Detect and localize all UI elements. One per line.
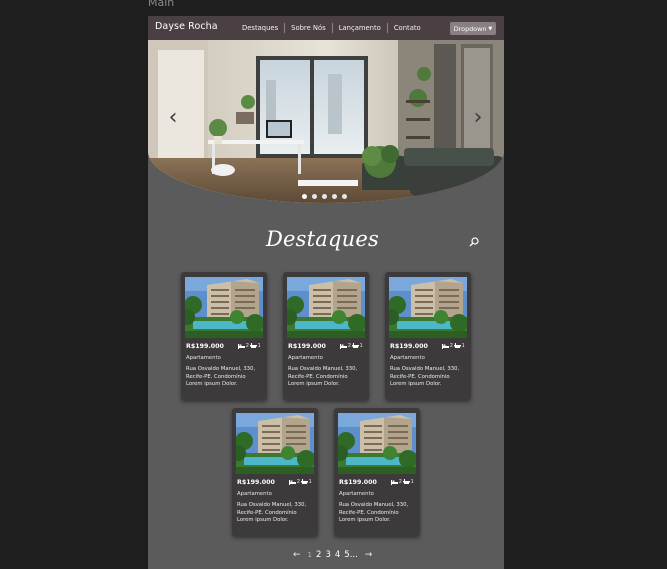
property-type: Apartamento — [390, 355, 425, 361]
property-price: R$199.000 — [186, 343, 224, 350]
pagination-prev-button[interactable]: ← — [290, 550, 304, 560]
page-link-3[interactable]: 3 — [325, 550, 330, 560]
bath-icon — [300, 479, 308, 484]
bed-count: 2 — [348, 343, 351, 349]
bath-icon — [249, 343, 257, 348]
property-address: Rua Osvaldo Manuel, 330, Recife-PE. Cond… — [237, 502, 307, 524]
chevron-down-icon: ▼ — [488, 25, 493, 32]
nav-links: Destaques Sobre Nós Lançamento Contato — [236, 16, 427, 40]
nav-link-sobre-nos[interactable]: Sobre Nós — [285, 23, 333, 33]
property-card[interactable]: R$199.000 2 1 Apartamento Rua Osvaldo Ma… — [232, 408, 318, 536]
property-features: 2 1 — [238, 343, 261, 349]
bath-count: 1 — [410, 479, 414, 485]
carousel-dot-3[interactable] — [322, 194, 327, 199]
property-type: Apartamento — [339, 491, 374, 497]
property-type: Apartamento — [186, 355, 221, 361]
hero-carousel: ‹ › — [148, 40, 504, 203]
property-features: 2 1 — [289, 479, 312, 485]
property-card[interactable]: R$199.000 2 1 Apartamento Rua Osvaldo Ma… — [334, 408, 420, 536]
property-address: Rua Osvaldo Manuel, 330, Recife-PE. Cond… — [339, 502, 409, 524]
bed-icon — [289, 480, 296, 485]
dropdown-label: Dropdown — [453, 24, 487, 33]
property-price: R$199.000 — [390, 343, 428, 350]
bed-count: 2 — [246, 343, 249, 349]
carousel-prev-button[interactable]: ‹ — [166, 106, 180, 130]
property-features: 2 1 — [442, 343, 465, 349]
bed-icon — [340, 344, 347, 349]
carousel-next-button[interactable]: › — [471, 106, 485, 130]
page-link-1[interactable]: 1 — [308, 551, 312, 559]
bed-count: 2 — [450, 343, 453, 349]
pagination-next-button[interactable]: → — [362, 550, 376, 560]
property-price: R$199.000 — [237, 479, 275, 486]
bed-count: 2 — [399, 479, 402, 485]
property-image — [338, 413, 416, 474]
hero-image — [148, 40, 504, 203]
brand-name[interactable]: Dayse Rocha — [155, 21, 218, 32]
bath-count: 1 — [359, 343, 363, 349]
nav-link-destaques[interactable]: Destaques — [236, 23, 286, 33]
property-price: R$199.000 — [288, 343, 326, 350]
carousel-dot-4[interactable] — [332, 194, 337, 199]
section-title: Destaques — [266, 227, 379, 251]
property-features: 2 1 — [391, 479, 414, 485]
property-card[interactable]: R$199.000 2 1 Apartamento Rua Osvaldo Ma… — [385, 272, 471, 400]
property-image — [236, 413, 314, 474]
page-link-2[interactable]: 2 — [316, 550, 321, 560]
dropdown-button[interactable]: Dropdown ▼ — [450, 22, 496, 35]
bed-icon — [442, 344, 449, 349]
search-icon[interactable] — [469, 237, 479, 247]
navbar: Dayse Rocha Destaques Sobre Nós Lançamen… — [148, 16, 504, 40]
bath-icon — [453, 343, 461, 348]
property-address: Rua Osvaldo Manuel, 330, Recife-PE. Cond… — [390, 366, 460, 388]
bed-count: 2 — [297, 479, 300, 485]
frame-label: Main — [148, 0, 175, 9]
nav-link-contato[interactable]: Contato — [388, 23, 427, 33]
bath-count: 1 — [257, 343, 261, 349]
pagination: ← 1 2 3 4 5... → — [290, 550, 375, 560]
carousel-dot-1[interactable] — [302, 194, 307, 199]
page-link-5[interactable]: 5... — [344, 550, 358, 560]
carousel-indicators — [302, 194, 347, 199]
property-card[interactable]: R$199.000 2 1 Apartamento Rua Osvaldo Ma… — [283, 272, 369, 400]
bath-icon — [351, 343, 359, 348]
bed-icon — [238, 344, 245, 349]
property-features: 2 1 — [340, 343, 363, 349]
property-address: Rua Osvaldo Manuel, 330, Recife-PE. Cond… — [186, 366, 256, 388]
page: Dayse Rocha Destaques Sobre Nós Lançamen… — [148, 16, 504, 569]
nav-link-lancamento[interactable]: Lançamento — [333, 23, 388, 33]
carousel-dot-2[interactable] — [312, 194, 317, 199]
property-image — [287, 277, 365, 338]
property-image — [185, 277, 263, 338]
page-link-4[interactable]: 4 — [335, 550, 340, 560]
carousel-dot-5[interactable] — [342, 194, 347, 199]
property-card[interactable]: R$199.000 2 1 Apartamento Rua Osvaldo Ma… — [181, 272, 267, 400]
property-type: Apartamento — [288, 355, 323, 361]
bed-icon — [391, 480, 398, 485]
bath-count: 1 — [461, 343, 465, 349]
property-image — [389, 277, 467, 338]
bath-count: 1 — [308, 479, 312, 485]
property-type: Apartamento — [237, 491, 272, 497]
property-address: Rua Osvaldo Manuel, 330, Recife-PE. Cond… — [288, 366, 358, 388]
property-price: R$199.000 — [339, 479, 377, 486]
bath-icon — [402, 479, 410, 484]
